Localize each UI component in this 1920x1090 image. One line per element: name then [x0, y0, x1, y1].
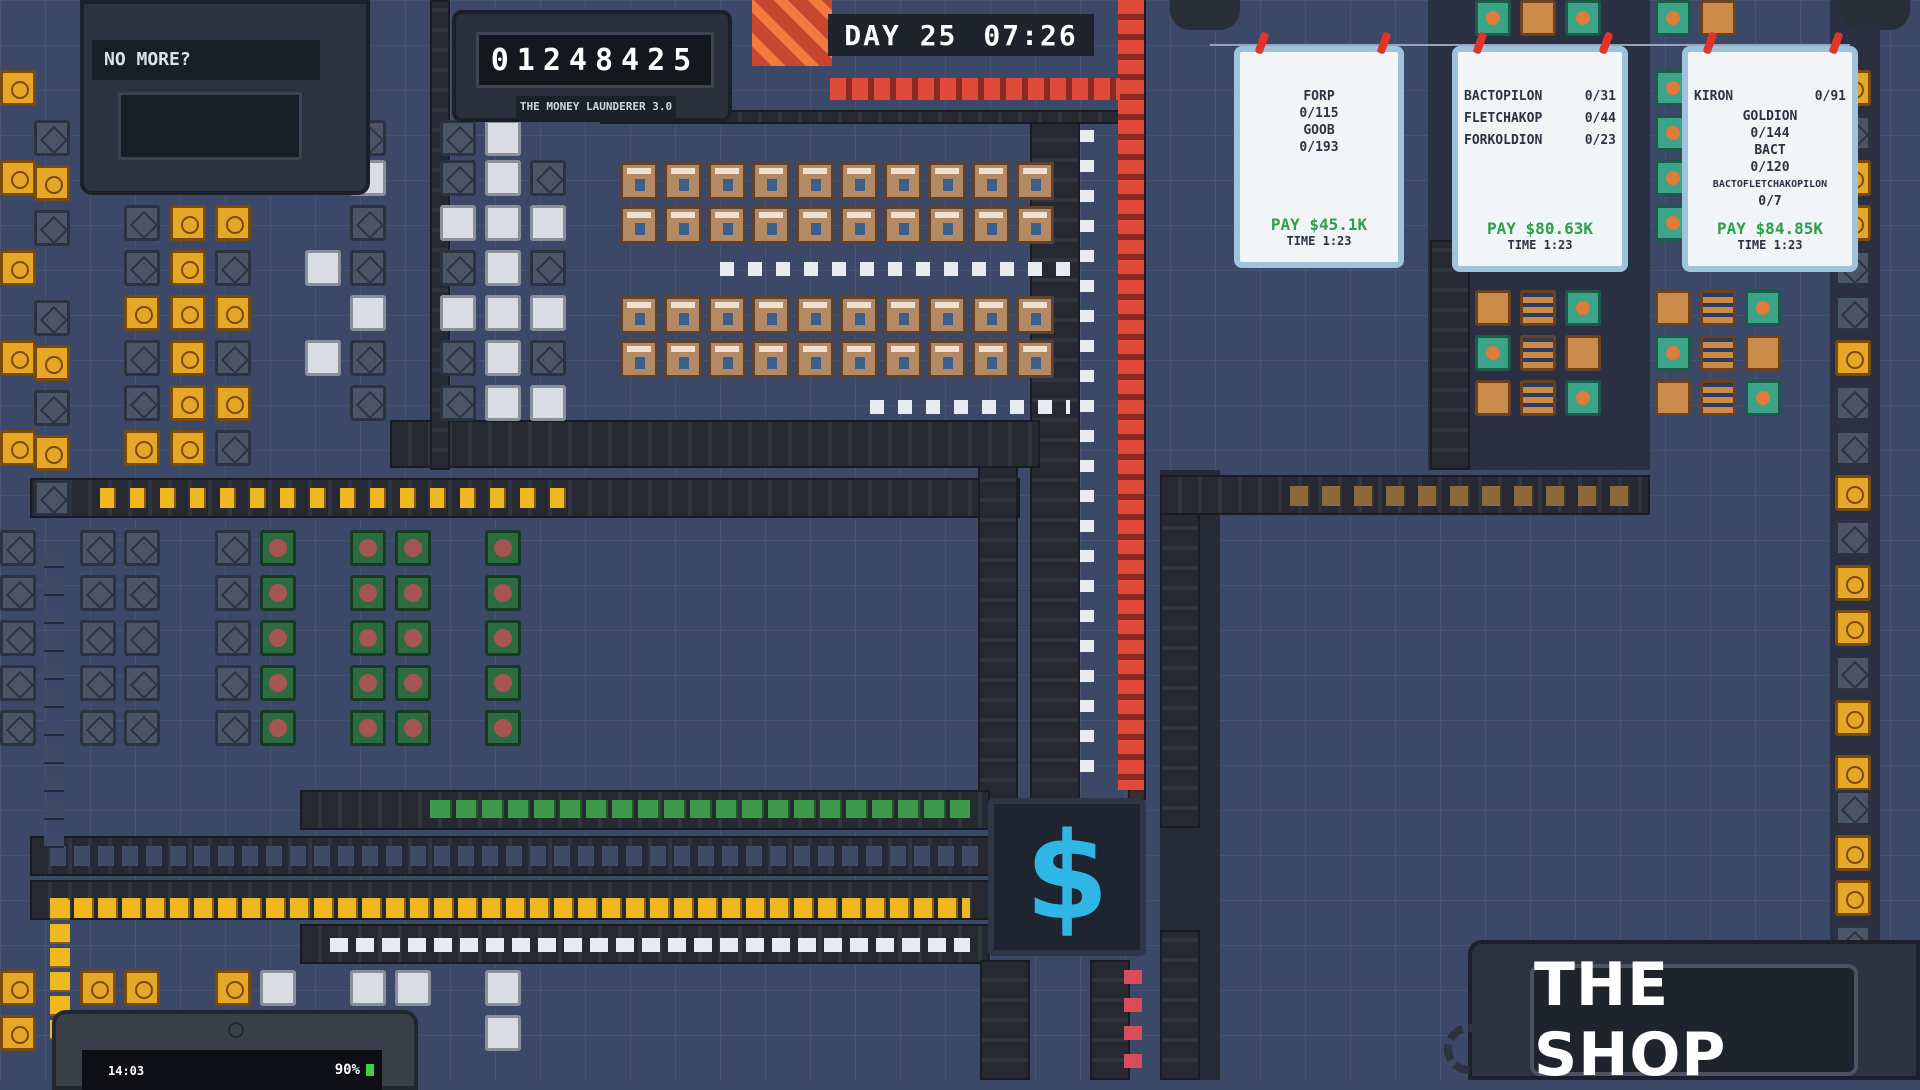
white-item-stream: [330, 938, 970, 952]
order-item-name: BACTOPILON: [1464, 89, 1543, 104]
order-item-progress: 0/91: [1814, 89, 1846, 104]
order-item-name: BACT: [1754, 143, 1786, 158]
shop-button[interactable]: THE SHOP: [1530, 950, 1858, 1090]
order-item-name: GOOB: [1303, 123, 1335, 138]
conveyor-belt[interactable]: [1160, 930, 1200, 1080]
order-item-name: KIRON: [1694, 89, 1734, 104]
gray-item-stream: [44, 550, 64, 850]
money-launderer-label: THE MONEY LAUNDERER 3.0: [516, 96, 676, 118]
order-item-name: FORKOLDION: [1464, 133, 1543, 148]
order-item-progress: 0/23: [1584, 133, 1616, 148]
order-time: TIME 1:23: [1737, 238, 1803, 252]
mushroom-item-stream: [1124, 970, 1142, 1080]
conveyor-belt[interactable]: [978, 420, 1018, 820]
order-item-name: BACTOFLETCHAKOPILON: [1712, 179, 1828, 190]
phone-camera-icon: [228, 1022, 244, 1038]
phone-screen: 14:03 90%: [82, 1050, 382, 1090]
order-item-progress: 0/44: [1584, 111, 1616, 126]
order-card-2[interactable]: BACTOPILON 0/31 FLETCHAKOP 0/44 FORKOLDION…: [1452, 31, 1628, 272]
day-label: DAY 25: [844, 18, 958, 52]
intake-pipe: [1170, 0, 1240, 30]
phone-device[interactable]: 14:03 90%: [52, 1010, 418, 1090]
order-card-1[interactable]: FORP 0/115 GOOB 0/193 PAY $45.1K TIME 1:…: [1234, 31, 1404, 268]
order-item-progress: 0/115: [1299, 106, 1339, 121]
red-ore-row: [830, 78, 1120, 100]
order-time: TIME 1:23: [1286, 234, 1352, 248]
gray-item-stream: [50, 846, 980, 866]
gold-item-stream: [50, 898, 970, 918]
white-item-stream: [1080, 130, 1094, 780]
red-ore-stream: [1118, 0, 1144, 790]
gold-item-stream: [100, 488, 580, 508]
order-item-progress: 0/31: [1584, 89, 1616, 104]
order-item-progress: 0/193: [1299, 140, 1339, 155]
money-launderer-counter: 01248425 THE MONEY LAUNDERER 3.0: [452, 10, 732, 122]
order-pay: PAY $45.1K: [1270, 215, 1368, 234]
white-item-stream: [870, 400, 1070, 414]
battery-icon: [366, 1064, 374, 1076]
order-item-name: FORP: [1303, 89, 1335, 104]
order-item-progress: 0/120: [1750, 160, 1790, 175]
order-pay: PAY $80.63K: [1487, 219, 1593, 238]
phone-time: 14:03: [108, 1064, 145, 1078]
money-counter-digits: 01248425: [476, 32, 714, 88]
order-item-name: FLETCHAKOP: [1464, 111, 1543, 126]
no-more-label: NO MORE?: [92, 40, 320, 80]
order-item-progress: 0/144: [1750, 126, 1790, 141]
phone-battery: 90%: [334, 1062, 360, 1078]
no-more-machine[interactable]: NO MORE?: [80, 0, 370, 195]
conveyor-belt[interactable]: [1160, 478, 1200, 828]
order-pay: PAY $84.85K: [1717, 219, 1823, 238]
green-item-stream: [430, 800, 970, 818]
clock-label: 07:26: [983, 18, 1078, 52]
order-time: TIME 1:23: [1507, 238, 1573, 252]
no-more-screen: [118, 92, 302, 160]
conveyor-belt[interactable]: [980, 960, 1030, 1080]
sell-point-dollar-icon[interactable]: $: [988, 798, 1146, 956]
shop-panel[interactable]: THE SHOP: [1444, 940, 1920, 1090]
white-item-stream: [720, 262, 1070, 276]
gear-icon: [1444, 1024, 1494, 1074]
conveyor-belt[interactable]: [390, 420, 1040, 468]
intake-pipe: [1840, 0, 1910, 30]
order-item-progress: 0/7: [1758, 194, 1782, 209]
day-clock-display: DAY 25 07:26: [828, 14, 1094, 56]
root-item-stream: [1290, 486, 1630, 506]
order-card-3[interactable]: KIRON 0/91 GOLDION 0/144 BACT 0/120 BACTO…: [1682, 31, 1858, 272]
order-item-name: GOLDION: [1742, 109, 1798, 124]
conveyor-belt[interactable]: [1430, 240, 1470, 470]
red-ore-pile: [752, 0, 832, 66]
